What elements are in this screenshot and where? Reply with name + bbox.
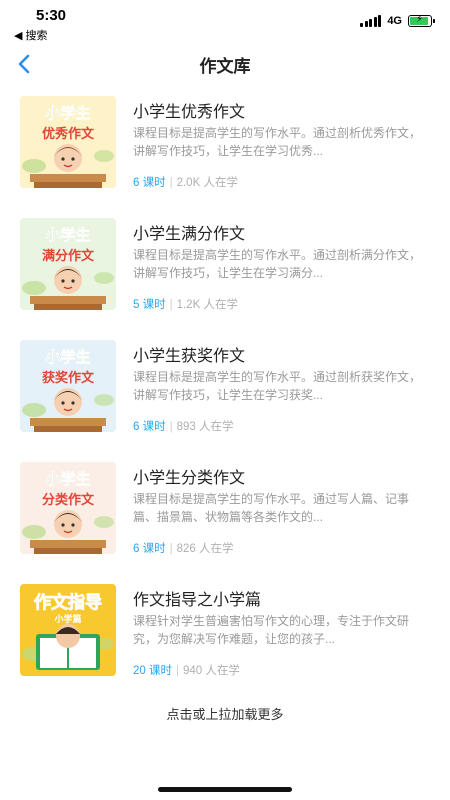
learner-count: 826 人在学 <box>176 543 234 555</box>
course-item[interactable]: 小学生 获奖作文 小学生获奖作文 课程目标是提高学生的写作水平。通过剖析获奖作文… <box>0 338 450 460</box>
course-item[interactable]: 作文指导 小学篇 作文指导之小学篇 课程针对学生普遍害怕写作文的心理，专注于作文… <box>0 582 450 704</box>
course-meta: 6 课时 | 826 人在学 <box>133 540 233 556</box>
lesson-count: 6 课时 <box>133 543 166 555</box>
thumb-title-line1: 作文指导 <box>34 592 102 613</box>
meta-divider: | <box>176 665 179 677</box>
course-description: 课程目标是提高学生的写作水平。通过剖析满分作文，讲解写作技巧，让学生在学习满分.… <box>133 248 422 280</box>
course-thumbnail: 小学生 满分作文 <box>20 218 116 310</box>
child-face <box>54 388 82 416</box>
desk <box>30 418 106 426</box>
meta-divider: | <box>169 421 173 433</box>
desk <box>30 174 106 182</box>
thumb-title-line2: 小学篇 <box>53 613 81 625</box>
meta-divider: | <box>169 299 173 311</box>
course-title: 小学生优秀作文 <box>133 104 246 121</box>
thumb-title-line2: 分类作文 <box>42 492 95 508</box>
charging-icon: ⚡ <box>416 14 424 25</box>
course-description: 课程目标是提高学生的写作水平。通过剖析获奖作文，讲解写作技巧，让学生在学习获奖.… <box>133 370 422 402</box>
child-face <box>54 266 82 294</box>
course-thumbnail: 小学生 分类作文 <box>20 462 116 554</box>
course-title: 小学生满分作文 <box>133 226 246 243</box>
course-thumbnail: 小学生 获奖作文 <box>20 340 116 432</box>
lesson-count: 6 课时 <box>133 421 166 433</box>
meta-divider: | <box>169 543 173 555</box>
desk <box>30 540 106 548</box>
page-title: 作文库 <box>199 57 251 76</box>
course-description: 课程目标是提高学生的写作水平。通过剖析优秀作文，讲解写作技巧，让学生在学习优秀.… <box>133 126 422 158</box>
desk <box>30 296 106 304</box>
course-item[interactable]: 小学生 满分作文 小学生满分作文 课程目标是提高学生的写作水平。通过剖析满分作文… <box>0 216 450 338</box>
course-thumbnail: 小学生 优秀作文 <box>20 96 116 188</box>
child-face <box>54 144 82 172</box>
course-meta: 5 课时 | 1.2K 人在学 <box>133 296 238 312</box>
course-meta: 6 课时 | 893 人在学 <box>133 418 233 434</box>
learner-count: 1.2K 人在学 <box>176 299 238 311</box>
network-type: 4G <box>387 15 402 27</box>
learner-count: 2.0K 人在学 <box>176 177 238 189</box>
learner-count: 893 人在学 <box>176 421 234 433</box>
course-item[interactable]: 小学生 分类作文 小学生分类作文 课程目标是提高学生的写作水平。通过写人篇、记事… <box>0 460 450 582</box>
status-indicators: 4G ⚡ <box>360 14 435 28</box>
battery-icon: ⚡ <box>408 14 435 27</box>
course-item[interactable]: 小学生 优秀作文 小学生优秀作文 课程目标是提高学生的写作水平。通过剖析优秀作文… <box>0 94 450 216</box>
load-more-button[interactable]: 点击或上拉加载更多 <box>0 704 450 723</box>
course-title: 作文指导之小学篇 <box>133 592 262 609</box>
home-indicator <box>158 787 292 792</box>
course-thumbnail: 作文指导 小学篇 <box>20 584 116 676</box>
child-face <box>54 510 82 538</box>
thumb-title-line2: 优秀作文 <box>42 126 95 142</box>
course-title: 小学生获奖作文 <box>133 348 246 365</box>
status-bar: 5:30 ◀ 搜索 4G ⚡ <box>0 0 450 44</box>
signal-icon <box>360 15 382 27</box>
course-meta: 20 课时 | 940 人在学 <box>133 662 240 678</box>
thumb-title-line1: 小学生 <box>45 104 90 122</box>
lesson-count: 20 课时 <box>133 665 172 677</box>
learner-count: 940 人在学 <box>183 665 240 677</box>
thumb-title-line2: 获奖作文 <box>42 370 95 386</box>
back-to-search-link[interactable]: ◀ 搜索 <box>14 27 48 43</box>
thumb-title-line2: 满分作文 <box>42 248 95 264</box>
course-title: 小学生分类作文 <box>133 470 246 487</box>
thumb-title-line1: 小学生 <box>45 348 90 366</box>
thumb-title-line1: 小学生 <box>45 470 90 488</box>
course-list: 小学生 优秀作文 小学生优秀作文 课程目标是提高学生的写作水平。通过剖析优秀作文… <box>0 94 450 704</box>
nav-bar: 作文库 <box>0 44 450 84</box>
course-meta: 6 课时 | 2.0K 人在学 <box>133 174 238 190</box>
meta-divider: | <box>169 177 173 189</box>
lesson-count: 6 课时 <box>133 177 166 189</box>
status-time: 5:30 <box>36 7 67 24</box>
thumb-title-line1: 小学生 <box>45 226 90 244</box>
course-description: 课程目标是提高学生的写作水平。通过写人篇、记事篇、描景篇、状物篇等各类作文的..… <box>133 492 410 524</box>
course-description: 课程针对学生普遍害怕写作文的心理，专注于作文研究，为您解决写作难题，让您的孩子.… <box>133 614 410 646</box>
lesson-count: 5 课时 <box>133 299 166 311</box>
